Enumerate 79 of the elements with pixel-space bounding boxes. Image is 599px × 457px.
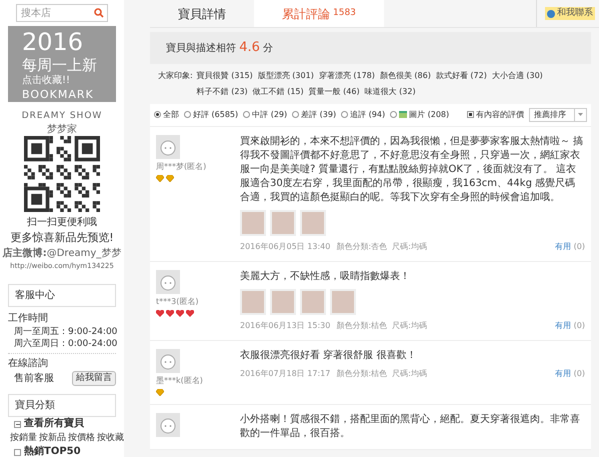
impression-tag[interactable]: 味道很大 (32): [364, 84, 416, 100]
review-text: 衣服很漂亮很好看 穿著很舒服 很喜歡！: [240, 348, 418, 362]
photo-placeholder[interactable]: [270, 210, 296, 236]
review-text: 買來啟開衫的，本來不想評價的，因為我很懶，但是夢夢家客服太熱情啦～ 搞得我不發圖評價都不好意思了，不好意思沒有全身照，只穿過一次，網紅家衣服一向是美美噠? 質量還行，有點點脫絲剪掉就OK了，後面就沒有了。 這衣服適合30度左右穿，我里面配的吊帶，很顯瘦，我163cm、44kg 感覺尺碼合適，我買的這顏色挺顯白的呢。等我下次穿有全身照的時候會追加哦。: [240, 134, 584, 204]
impression-tag[interactable]: 質量一般 (46): [308, 84, 360, 100]
hours-text: 周一至周五：9:00-24:00: [13, 326, 116, 338]
tab[interactable]: 寶貝詳情: [150, 0, 254, 27]
hours-text: 周六至周日：0:00-24:00: [13, 338, 116, 350]
review-text: 小外搭喇！質感很不錯，搭配里面的黑背心，絕配。夏天穿著很遮肉。非常喜歡的一件單品，很百搭。: [240, 412, 581, 440]
content-checkbox[interactable]: 有內容的評價: [467, 108, 524, 120]
impression-tag[interactable]: 大小合適 (30): [492, 68, 543, 84]
impression-tag[interactable]: 穿著漂亮 (178): [318, 68, 375, 84]
review-date: 2016年07月18日 17:17: [240, 368, 330, 380]
reviewer-name: 周***梦(匿名): [156, 160, 208, 172]
avatar-icon: [156, 270, 180, 294]
avatar-icon: [156, 134, 180, 158]
qr-caption: 扫一扫更便利哦: [27, 216, 97, 230]
review-text: 美麗大方，不缺性感，吸睛指數爆表！: [240, 270, 411, 284]
tab[interactable]: 累計評論 1583: [254, 0, 384, 27]
hours-title: 工作時間: [8, 312, 49, 326]
impression-tag[interactable]: 顏色很美 (86): [380, 68, 431, 84]
avatar-icon: [156, 412, 180, 436]
category-link[interactable]: 熱銷TOP50: [24, 445, 81, 457]
review-spec: 顏色分類:桔色 尺碼:均碼: [336, 368, 427, 380]
brand-name: DREAMY SHOW: [22, 110, 102, 123]
useful-link[interactable]: 有用 (0): [555, 240, 585, 252]
useful-link[interactable]: 有用 (0): [555, 320, 585, 332]
toggle-icon[interactable]: [14, 420, 21, 428]
sort-link[interactable]: 按收藏: [97, 431, 124, 445]
review-spec: 顏色分類:杏色 尺碼:均碼: [336, 240, 427, 252]
reviewer-name: 墨***k(匿名): [156, 374, 204, 386]
filter-radio[interactable]: 圖片 (208): [390, 108, 450, 120]
banner-year: 2016: [22, 28, 84, 56]
filter-radio[interactable]: 好評 (6585): [184, 108, 238, 120]
impression-tag[interactable]: 寶貝很贊 (315): [196, 68, 253, 84]
useful-link[interactable]: 有用 (0): [555, 368, 585, 380]
brand-name-cn: 梦梦家: [47, 124, 77, 136]
filter-radio[interactable]: 追評 (94): [341, 108, 386, 120]
caret-icon[interactable]: [578, 113, 583, 116]
service-panel-header: 客服中心: [8, 284, 116, 306]
toggle-icon[interactable]: [14, 448, 21, 456]
sort-link[interactable]: 按價格: [68, 431, 95, 445]
sort-link[interactable]: 按銷量: [10, 431, 37, 445]
sort-link[interactable]: 按新品: [39, 431, 66, 445]
reviewer-name: t***3(匿名): [156, 296, 200, 308]
banner-action: 点击收藏!!: [22, 74, 72, 88]
filter-radio[interactable]: 全部: [154, 108, 179, 120]
search-icon[interactable]: [94, 8, 104, 18]
filter-radio[interactable]: 中評 (29): [243, 108, 288, 120]
message-button[interactable]: 給我留言: [72, 370, 116, 386]
review-spec: 顏色分類:桔色 尺碼:均碼: [336, 320, 427, 332]
weibo-text: 店主微博:@Dreamy_梦梦: [2, 246, 122, 261]
diamond-icon: [156, 388, 164, 396]
banner-word: BOOKMARK: [22, 88, 95, 102]
contact-button[interactable]: 和我聯系: [545, 6, 595, 20]
review-date: 2016年06月05日 13:40: [240, 240, 330, 252]
category-link[interactable]: 查看所有寶貝: [24, 417, 84, 431]
search-field[interactable]: 搜本店: [16, 4, 108, 22]
impressions-label: 大家印象:: [158, 70, 193, 82]
promo-text: 更多惊喜新品先预览!: [10, 230, 114, 246]
photo-placeholder[interactable]: [300, 288, 326, 314]
photo-placeholder[interactable]: [240, 288, 266, 314]
impression-tag[interactable]: 做工不錯 (15): [252, 84, 304, 100]
photo-placeholder[interactable]: [330, 288, 356, 314]
rating-bar: 寶貝與描述相符 4.6 分: [150, 32, 591, 64]
sort-select[interactable]: 推薦排序: [529, 108, 587, 122]
consult-label: 售前客服: [14, 372, 54, 386]
photo-placeholder[interactable]: [300, 210, 326, 236]
review-date: 2016年06月13日 15:30: [240, 320, 330, 332]
filter-radio[interactable]: 差評 (39): [292, 108, 336, 120]
photo-placeholder[interactable]: [240, 210, 266, 236]
categories-panel-header: 寶貝分類: [8, 394, 116, 417]
banner-headline: 每周一上新: [22, 56, 98, 74]
impression-tag[interactable]: 料子不錯 (23): [196, 84, 248, 100]
image-icon: [399, 111, 408, 118]
impression-tag[interactable]: 版型漂亮 (301): [258, 68, 314, 84]
avatar-icon: [156, 348, 180, 372]
impression-tag[interactable]: 款式好看 (72): [436, 68, 487, 84]
photo-placeholder[interactable]: [270, 288, 296, 314]
